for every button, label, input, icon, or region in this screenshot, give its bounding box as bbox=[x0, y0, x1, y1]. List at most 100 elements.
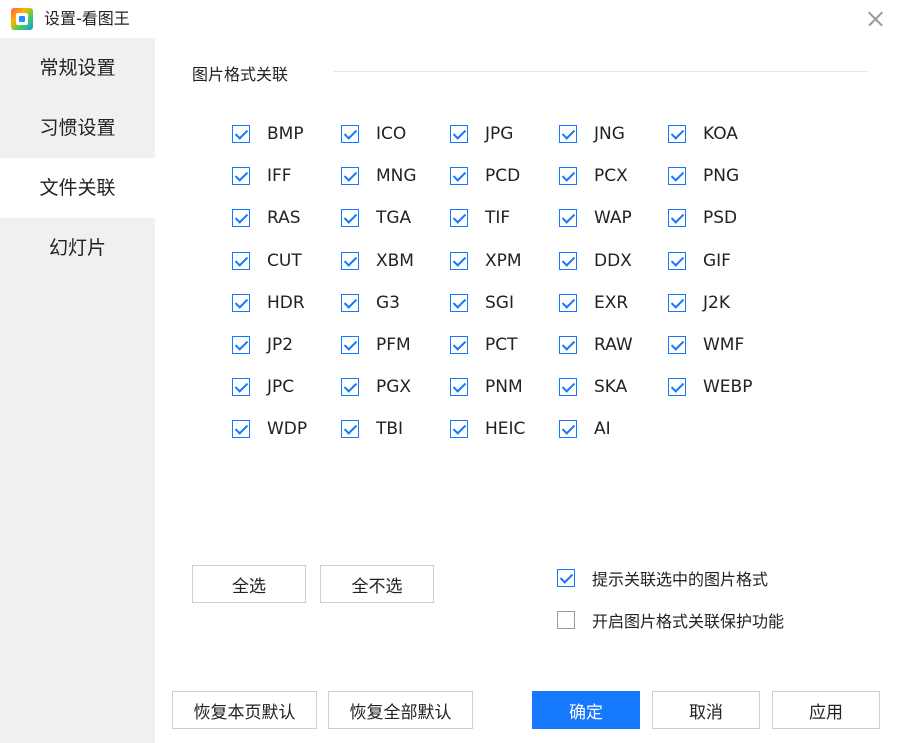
format-option-cut[interactable]: CUT bbox=[232, 247, 302, 275]
restore-all-default-button[interactable]: 恢复全部默认 bbox=[328, 691, 473, 729]
format-option-ai[interactable]: AI bbox=[559, 415, 611, 443]
format-option-webp[interactable]: WEBP bbox=[668, 373, 752, 401]
format-checkbox[interactable] bbox=[559, 167, 577, 186]
format-checkbox[interactable] bbox=[559, 125, 577, 143]
format-checkbox[interactable] bbox=[232, 125, 250, 143]
format-checkbox[interactable] bbox=[450, 336, 468, 354]
format-checkbox[interactable] bbox=[232, 293, 250, 312]
format-checkbox[interactable] bbox=[341, 167, 359, 186]
format-checkbox[interactable] bbox=[450, 125, 468, 143]
format-option-jp2[interactable]: JP2 bbox=[232, 331, 293, 359]
format-option-ska[interactable]: SKA bbox=[559, 373, 627, 401]
format-checkbox[interactable] bbox=[341, 420, 359, 439]
format-option-g3[interactable]: G3 bbox=[341, 289, 400, 317]
format-option-ddx[interactable]: DDX bbox=[559, 247, 632, 275]
format-option-pcd[interactable]: PCD bbox=[450, 162, 520, 190]
format-checkbox[interactable] bbox=[341, 293, 359, 312]
select-all-button[interactable]: 全选 bbox=[192, 565, 306, 603]
format-option-jng[interactable]: JNG bbox=[559, 120, 625, 148]
format-option-ras[interactable]: RAS bbox=[232, 204, 301, 232]
format-option-ico[interactable]: ICO bbox=[341, 120, 406, 148]
format-option-jpg[interactable]: JPG bbox=[450, 120, 513, 148]
format-checkbox[interactable] bbox=[232, 378, 250, 397]
format-option-jpc[interactable]: JPC bbox=[232, 373, 294, 401]
format-checkbox[interactable] bbox=[341, 251, 359, 270]
apply-button[interactable]: 应用 bbox=[772, 691, 880, 729]
format-checkbox[interactable] bbox=[668, 251, 686, 270]
format-option-j2k[interactable]: J2K bbox=[668, 289, 730, 317]
format-option-exr[interactable]: EXR bbox=[559, 289, 628, 317]
format-checkbox[interactable] bbox=[450, 167, 468, 186]
format-option-xpm[interactable]: XPM bbox=[450, 247, 522, 275]
format-option-png[interactable]: PNG bbox=[668, 162, 739, 190]
format-checkbox[interactable] bbox=[668, 125, 686, 143]
format-option-psd[interactable]: PSD bbox=[668, 204, 737, 232]
format-checkbox[interactable] bbox=[450, 251, 468, 270]
format-option-mng[interactable]: MNG bbox=[341, 162, 417, 190]
format-option-pgx[interactable]: PGX bbox=[341, 373, 411, 401]
format-checkbox[interactable] bbox=[559, 378, 577, 397]
protect-association-checkbox[interactable] bbox=[557, 611, 575, 629]
format-option-tga[interactable]: TGA bbox=[341, 204, 411, 232]
prompt-associate-checkbox[interactable] bbox=[557, 569, 575, 587]
format-option-wmf[interactable]: WMF bbox=[668, 331, 744, 359]
protect-association-option[interactable]: 开启图片格式关联保护功能 bbox=[557, 607, 784, 633]
format-label: PFM bbox=[376, 335, 411, 355]
format-option-koa[interactable]: KOA bbox=[668, 120, 738, 148]
section-divider bbox=[334, 71, 867, 72]
format-checkbox[interactable] bbox=[559, 336, 577, 354]
format-option-wap[interactable]: WAP bbox=[559, 204, 632, 232]
format-checkbox[interactable] bbox=[668, 209, 686, 228]
format-option-gif[interactable]: GIF bbox=[668, 247, 731, 275]
format-checkbox[interactable] bbox=[559, 420, 577, 439]
format-checkbox[interactable] bbox=[341, 125, 359, 143]
format-option-iff[interactable]: IFF bbox=[232, 162, 292, 190]
format-option-wdp[interactable]: WDP bbox=[232, 415, 307, 443]
close-icon[interactable] bbox=[865, 9, 885, 29]
format-label: JNG bbox=[594, 124, 625, 144]
format-checkbox[interactable] bbox=[668, 378, 686, 397]
sidebar-item-file-association[interactable]: 文件关联 bbox=[0, 158, 155, 218]
format-checkbox[interactable] bbox=[232, 167, 250, 186]
format-option-pct[interactable]: PCT bbox=[450, 331, 518, 359]
format-option-tbi[interactable]: TBI bbox=[341, 415, 403, 443]
format-checkbox[interactable] bbox=[668, 336, 686, 354]
sidebar-item-slideshow[interactable]: 幻灯片 bbox=[0, 218, 155, 278]
format-checkbox[interactable] bbox=[232, 336, 250, 354]
sidebar-item-habits[interactable]: 习惯设置 bbox=[0, 98, 155, 158]
format-checkbox[interactable] bbox=[232, 209, 250, 228]
format-checkbox[interactable] bbox=[450, 420, 468, 439]
format-checkbox[interactable] bbox=[450, 378, 468, 397]
format-option-pcx[interactable]: PCX bbox=[559, 162, 628, 190]
protect-association-label: 开启图片格式关联保护功能 bbox=[592, 612, 785, 631]
format-option-raw[interactable]: RAW bbox=[559, 331, 633, 359]
format-option-sgi[interactable]: SGI bbox=[450, 289, 514, 317]
format-label: ICO bbox=[376, 124, 407, 144]
format-checkbox[interactable] bbox=[559, 293, 577, 312]
cancel-button[interactable]: 取消 bbox=[652, 691, 760, 729]
format-option-xbm[interactable]: XBM bbox=[341, 247, 414, 275]
format-option-pnm[interactable]: PNM bbox=[450, 373, 523, 401]
format-option-hdr[interactable]: HDR bbox=[232, 289, 305, 317]
select-none-button[interactable]: 全不选 bbox=[320, 565, 434, 603]
format-checkbox[interactable] bbox=[668, 293, 686, 312]
format-checkbox[interactable] bbox=[559, 209, 577, 228]
format-checkbox[interactable] bbox=[232, 251, 250, 270]
format-checkbox[interactable] bbox=[450, 293, 468, 312]
format-option-bmp[interactable]: BMP bbox=[232, 120, 304, 148]
restore-page-default-button[interactable]: 恢复本页默认 bbox=[172, 691, 317, 729]
format-checkbox[interactable] bbox=[559, 251, 577, 270]
format-checkbox[interactable] bbox=[668, 167, 686, 186]
ok-button[interactable]: 确定 bbox=[532, 691, 640, 729]
format-option-tif[interactable]: TIF bbox=[450, 204, 510, 232]
format-checkbox[interactable] bbox=[232, 420, 250, 439]
format-option-pfm[interactable]: PFM bbox=[341, 331, 411, 359]
format-label: BMP bbox=[267, 124, 304, 144]
format-checkbox[interactable] bbox=[341, 209, 359, 228]
sidebar-item-general[interactable]: 常规设置 bbox=[0, 38, 155, 98]
format-checkbox[interactable] bbox=[341, 336, 359, 354]
prompt-associate-option[interactable]: 提示关联选中的图片格式 bbox=[557, 565, 768, 591]
format-option-heic[interactable]: HEIC bbox=[450, 415, 525, 443]
format-checkbox[interactable] bbox=[341, 378, 359, 397]
format-checkbox[interactable] bbox=[450, 209, 468, 228]
